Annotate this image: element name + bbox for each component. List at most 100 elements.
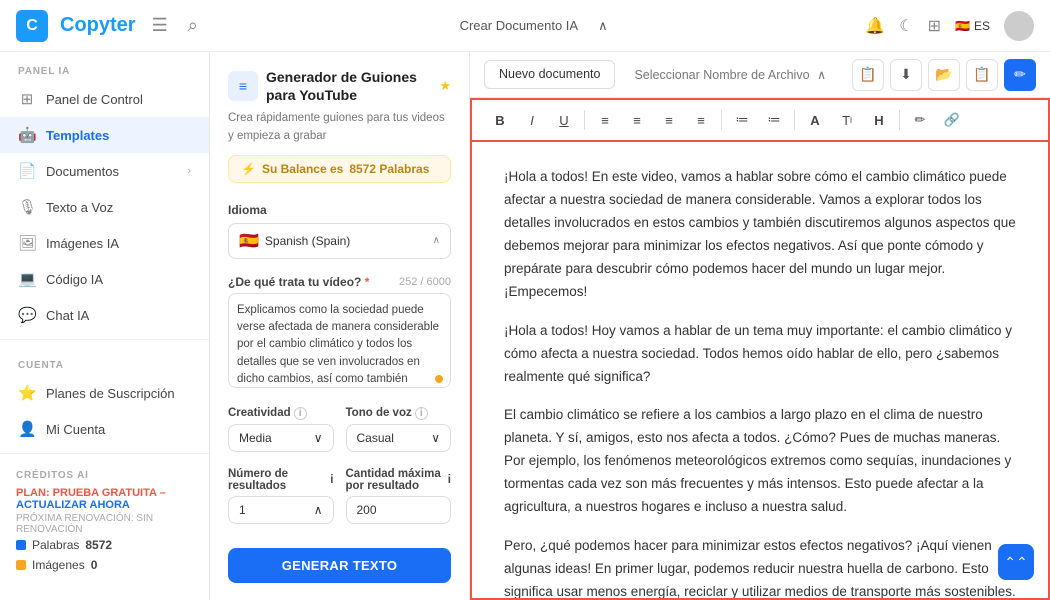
edit-button[interactable]: ✏ xyxy=(906,106,934,134)
words-credit-row: Palabras 8572 xyxy=(16,535,193,555)
align-center-button[interactable]: ≡ xyxy=(623,106,651,134)
gen-title: Generador de Guiones para YouTube xyxy=(266,68,435,104)
tone-label: Tono de voz i xyxy=(346,407,452,420)
images-label: Imágenes xyxy=(32,558,85,572)
max-info-icon[interactable]: i xyxy=(448,474,451,486)
tone-value: Casual xyxy=(357,431,394,445)
sidebar-item-label: Planes de Suscripción xyxy=(46,386,175,401)
spain-flag: 🇪🇸 xyxy=(239,231,259,251)
ai-icon: 🤖 xyxy=(18,126,36,144)
results-section: Número de resultados i 1 ∧ Cantidad máxi… xyxy=(210,460,469,532)
sidebar-item-texto-voz[interactable]: 🎙 Texto a Voz xyxy=(0,189,209,225)
bolt-icon: ⚡ xyxy=(241,162,256,176)
moon-icon[interactable]: ☾ xyxy=(899,16,913,36)
language-badge[interactable]: 🇪🇸 ES xyxy=(955,19,990,33)
align-right-button[interactable]: ≡ xyxy=(655,106,683,134)
sidebar-item-documentos[interactable]: 📄 Documentos › xyxy=(0,153,209,189)
sidebar-item-imagenes[interactable]: 🖼 Imágenes IA xyxy=(0,225,209,261)
gen-icon: ≡ xyxy=(239,78,247,94)
gen-title-row: ≡ Generador de Guiones para YouTube ★ xyxy=(228,68,451,104)
link-button[interactable]: 🔗 xyxy=(938,106,966,134)
required-marker: * xyxy=(365,275,370,289)
editor-panel: Nuevo documento Seleccionar Nombre de Ar… xyxy=(470,52,1050,600)
search-icon[interactable]: ⌕ xyxy=(184,11,202,40)
panel-label: PANEL IA xyxy=(0,52,209,81)
generate-button[interactable]: GENERAR TEXTO xyxy=(228,548,451,583)
sidebar-item-templates[interactable]: 🤖 Templates xyxy=(0,117,209,153)
tone-select[interactable]: Casual ∨ xyxy=(346,424,452,452)
editor-content[interactable]: ¡Hola a todos! En este video, vamos a ha… xyxy=(470,142,1050,600)
star-icon: ★ xyxy=(439,78,451,94)
grid-icon[interactable]: ⊞ xyxy=(928,16,941,36)
words-label: Palabras xyxy=(32,538,79,552)
list-ordered-button[interactable]: ≔ xyxy=(760,106,788,134)
upgrade-link[interactable]: ACTUALIZAR AHORA xyxy=(16,499,130,511)
navbar-center: Crear Documento IA ∧ xyxy=(460,18,608,34)
sidebar-item-label: Chat IA xyxy=(46,308,89,323)
align-left-button[interactable]: ≡ xyxy=(591,106,619,134)
tab-select-filename[interactable]: Seleccionar Nombre de Archivo ∧ xyxy=(619,60,841,89)
chat-icon: 💬 xyxy=(18,306,36,324)
sidebar-item-label: Panel de Control xyxy=(46,92,143,107)
editor-paragraph: Pero, ¿qué podemos hacer para minimizar … xyxy=(504,535,1016,600)
star-icon: ⭐ xyxy=(18,384,36,402)
avatar[interactable] xyxy=(1004,11,1034,41)
create-doc-label[interactable]: Crear Documento IA xyxy=(460,18,579,33)
creativity-label: Creatividad i xyxy=(228,407,334,420)
creativity-select[interactable]: Media ∨ xyxy=(228,424,334,452)
tone-info-icon[interactable]: i xyxy=(415,407,428,420)
max-group: Cantidad máxima por resultado i 200 xyxy=(346,468,452,524)
italic-button[interactable]: I xyxy=(518,106,546,134)
flag-icon: 🇪🇸 xyxy=(955,19,970,33)
align-justify-button[interactable]: ≡ xyxy=(687,106,715,134)
results-info-icon[interactable]: i xyxy=(330,474,333,486)
plan-info: PLAN: PRUEBA GRATUITA – ACTUALIZAR AHORA xyxy=(16,487,193,511)
sidebar-item-chat[interactable]: 💬 Chat IA xyxy=(0,297,209,333)
chevron-up-icon: ∧ xyxy=(598,18,608,34)
heading-button[interactable]: H xyxy=(865,106,893,134)
results-group: Número de resultados i 1 ∧ xyxy=(228,468,334,524)
underline-button[interactable]: U xyxy=(550,106,578,134)
scroll-to-top-button[interactable]: ⌃⌃ xyxy=(998,544,1034,580)
gen-description: Crea rápidamente guiones para tus videos… xyxy=(228,110,451,145)
toolbar-separator-3 xyxy=(794,110,795,130)
bold-button[interactable]: B xyxy=(486,106,514,134)
editor-paragraph: ¡Hola a todos! Hoy vamos a hablar de un … xyxy=(504,320,1016,389)
tone-group: Tono de voz i Casual ∨ xyxy=(346,407,452,452)
language-select[interactable]: 🇪🇸 Spanish (Spain) ∧ xyxy=(228,223,451,259)
font-color-button[interactable]: A xyxy=(801,106,829,134)
download-button[interactable]: ⬇ xyxy=(890,59,922,91)
sidebar-item-planes[interactable]: ⭐ Planes de Suscripción xyxy=(0,375,209,411)
max-input[interactable]: 200 xyxy=(346,496,452,524)
next-renewal: PRÓXIMA RENOVACIÓN: SIN RENOVACIÓN xyxy=(16,513,193,535)
bell-icon[interactable]: 🔔 xyxy=(865,16,885,36)
tab-new-document[interactable]: Nuevo documento xyxy=(484,60,615,89)
sidebar-item-label: Código IA xyxy=(46,272,103,287)
creativity-group: Creatividad i Media ∨ xyxy=(228,407,334,452)
copy-button[interactable]: 📋 xyxy=(852,59,884,91)
edit-blue-button[interactable]: ✏ xyxy=(1004,59,1036,91)
idioma-label: Idioma xyxy=(228,203,451,217)
creativity-info-icon[interactable]: i xyxy=(294,407,307,420)
doc-icon: 📄 xyxy=(18,162,36,180)
sidebar-item-label: Documentos xyxy=(46,164,119,179)
list-unordered-button[interactable]: ≔ xyxy=(728,106,756,134)
results-input[interactable]: 1 ∧ xyxy=(228,496,334,524)
menu-icon[interactable]: ☰ xyxy=(148,11,172,40)
sidebar-item-codigo[interactable]: 💻 Código IA xyxy=(0,261,209,297)
open-button[interactable]: 📂 xyxy=(928,59,960,91)
sidebar-item-cuenta[interactable]: 👤 Mi Cuenta xyxy=(0,411,209,447)
toolbar-separator-1 xyxy=(584,110,585,130)
sidebar-item-panel[interactable]: ⊞ Panel de Control xyxy=(0,81,209,117)
font-size-button[interactable]: Tl xyxy=(833,106,861,134)
chevron-down-icon: ∨ xyxy=(431,431,440,445)
max-label: Cantidad máxima por resultado i xyxy=(346,468,452,492)
save-button[interactable]: 📋 xyxy=(966,59,998,91)
topic-section: ¿De qué trata tu vídeo? * 252 / 6000 Exp… xyxy=(210,267,469,399)
topic-label: ¿De qué trata tu vídeo? * xyxy=(228,275,369,289)
generator-panel: ≡ Generador de Guiones para YouTube ★ Cr… xyxy=(210,52,470,600)
editor-paragraph: ¡Hola a todos! En este video, vamos a ha… xyxy=(504,166,1016,304)
topic-textarea[interactable]: Explicamos como la sociedad puede verse … xyxy=(228,293,451,388)
images-credit-row: Imágenes 0 xyxy=(16,555,193,575)
language-value: Spanish (Spain) xyxy=(265,234,350,248)
